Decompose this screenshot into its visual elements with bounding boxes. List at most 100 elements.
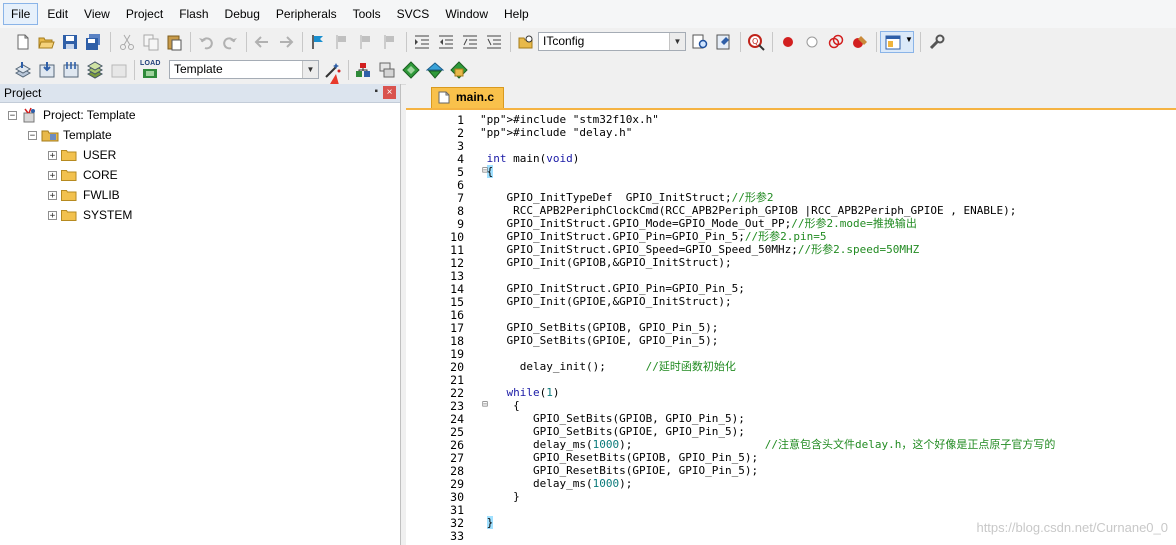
download-button[interactable]: LOAD — [140, 60, 160, 80]
nav-back-icon[interactable] — [253, 33, 271, 51]
code-line[interactable]: GPIO_ResetBits(GPIOE, GPIO_Pin_5); — [480, 464, 758, 477]
code-line[interactable]: } — [480, 490, 520, 503]
code-line[interactable]: GPIO_InitTypeDef GPIO_InitStruct;//形参2 — [480, 191, 773, 204]
tree-target[interactable]: − Template — [28, 126, 112, 144]
tree-group-fwlib[interactable]: + FWLIB — [48, 186, 120, 204]
config-combo[interactable]: ITconfig ▼ — [538, 32, 686, 51]
menu-svcs[interactable]: SVCS — [390, 4, 437, 24]
new-file-icon[interactable] — [14, 33, 32, 51]
tree-root-project[interactable]: − Project: Template — [8, 106, 136, 124]
group-label: CORE — [83, 168, 118, 182]
code-line[interactable]: delay_ms(1000); — [480, 477, 632, 490]
stop-build-icon[interactable] — [110, 61, 128, 79]
menu-file[interactable]: File — [3, 3, 39, 25]
expand-icon[interactable]: + — [48, 170, 57, 180]
menu-window[interactable]: Window — [438, 4, 495, 24]
disable-breakpoint-icon[interactable] — [803, 33, 821, 51]
collapse-icon[interactable]: − — [8, 110, 17, 120]
menu-tools[interactable]: Tools — [346, 4, 388, 24]
nav-forward-icon[interactable] — [277, 33, 295, 51]
line-number: 29 — [450, 477, 464, 491]
manage-project-items-icon[interactable] — [354, 61, 372, 79]
code-line[interactable]: delay_ms(1000); //注意包含头文件delay.h，这个好像是正点… — [480, 438, 1055, 451]
configure-tools-icon[interactable] — [928, 33, 946, 51]
redo-icon[interactable] — [221, 33, 239, 51]
select-packs-icon[interactable] — [378, 61, 396, 79]
expand-icon[interactable]: + — [48, 210, 57, 220]
collapse-icon[interactable]: − — [28, 130, 37, 140]
undo-icon[interactable] — [197, 33, 215, 51]
fold-collapse-icon[interactable]: ⊟ — [482, 399, 491, 410]
find-icon[interactable] — [691, 33, 709, 51]
menu-debug[interactable]: Debug — [218, 4, 267, 24]
code-line[interactable]: GPIO_InitStruct.GPIO_Mode=GPIO_Mode_Out_… — [480, 217, 916, 230]
disable-all-breakpoints-icon[interactable] — [827, 33, 845, 51]
tree-group-core[interactable]: + CORE — [48, 166, 118, 184]
incremental-find-icon[interactable] — [715, 33, 733, 51]
indent-icon[interactable] — [413, 33, 431, 51]
pin-icon[interactable]: ▪ — [374, 86, 378, 97]
breakpoint-icon[interactable] — [779, 33, 797, 51]
batch-build-icon[interactable] — [86, 61, 104, 79]
menu-project[interactable]: Project — [119, 4, 170, 24]
tree-group-system[interactable]: + SYSTEM — [48, 206, 132, 224]
code-line[interactable]: GPIO_InitStruct.GPIO_Pin=GPIO_Pin_5; — [480, 282, 744, 295]
clear-bookmarks-icon[interactable] — [381, 33, 399, 51]
menu-help[interactable]: Help — [497, 4, 536, 24]
code-line[interactable]: GPIO_ResetBits(GPIOB, GPIO_Pin_5); — [480, 451, 758, 464]
window-layout-button[interactable]: ▼ — [880, 31, 914, 53]
comment-icon[interactable] — [461, 33, 479, 51]
save-all-icon[interactable] — [84, 33, 102, 51]
translate-icon[interactable] — [14, 61, 32, 79]
project-panel-header: Project ▪ × — [0, 84, 400, 103]
bookmark-icon[interactable] — [309, 33, 327, 51]
close-icon[interactable]: × — [383, 86, 396, 99]
debug-session-icon[interactable]: Q — [747, 33, 765, 51]
rebuild-icon[interactable] — [62, 61, 80, 79]
code-line[interactable]: while(1) — [480, 386, 560, 399]
pack-installer-icon[interactable] — [402, 61, 420, 79]
code-area[interactable]: "pp">#include "stm32f10x.h" "pp">#include… — [480, 110, 1176, 545]
code-line[interactable]: int main(void) — [480, 152, 580, 165]
menu-edit[interactable]: Edit — [40, 4, 75, 24]
run-time-environment-icon[interactable] — [450, 61, 468, 79]
open-folder-icon[interactable] — [37, 33, 55, 51]
code-line[interactable]: "pp">#include "stm32f10x.h" — [480, 113, 659, 126]
code-line[interactable]: delay_init(); //延时函数初始化 — [480, 360, 736, 373]
uncomment-icon[interactable] — [485, 33, 503, 51]
code-line[interactable]: GPIO_SetBits(GPIOE, GPIO_Pin_5); — [480, 425, 745, 438]
target-label: Template — [63, 128, 112, 142]
expand-icon[interactable]: + — [48, 150, 57, 160]
save-icon[interactable] — [61, 33, 79, 51]
tree-group-user[interactable]: + USER — [48, 146, 116, 164]
menu-flash[interactable]: Flash — [172, 4, 215, 24]
fold-collapse-icon[interactable]: ⊟ — [482, 165, 491, 176]
code-line[interactable]: GPIO_SetBits(GPIOB, GPIO_Pin_5); — [480, 321, 718, 334]
build-icon[interactable] — [38, 61, 56, 79]
line-number: 13 — [450, 269, 464, 283]
pack-update-icon[interactable] — [426, 61, 444, 79]
tab-main-c[interactable]: main.c — [431, 87, 504, 108]
chevron-down-icon[interactable]: ▼ — [669, 33, 685, 50]
code-line[interactable]: RCC_APB2PeriphClockCmd(RCC_APB2Periph_GP… — [480, 204, 1016, 217]
code-line[interactable]: GPIO_InitStruct.GPIO_Pin=GPIO_Pin_5;//形参… — [480, 230, 826, 243]
prev-bookmark-icon[interactable] — [333, 33, 351, 51]
code-line[interactable]: GPIO_Init(GPIOE,&GPIO_InitStruct); — [480, 295, 731, 308]
find-in-files-icon[interactable] — [517, 33, 535, 51]
target-combo[interactable]: Template ▼ — [169, 60, 319, 79]
code-line[interactable]: GPIO_Init(GPIOB,&GPIO_InitStruct); — [480, 256, 731, 269]
unindent-icon[interactable] — [437, 33, 455, 51]
code-line[interactable]: GPIO_SetBits(GPIOE, GPIO_Pin_5); — [480, 334, 718, 347]
code-line[interactable]: GPIO_InitStruct.GPIO_Speed=GPIO_Speed_50… — [480, 243, 919, 256]
code-line[interactable]: GPIO_SetBits(GPIOB, GPIO_Pin_5); — [480, 412, 745, 425]
kill-breakpoints-icon[interactable] — [851, 33, 869, 51]
cut-icon[interactable] — [118, 33, 136, 51]
expand-icon[interactable]: + — [48, 190, 57, 200]
copy-icon[interactable] — [142, 33, 160, 51]
code-line[interactable]: "pp">#include "delay.h" — [480, 126, 632, 139]
menu-peripherals[interactable]: Peripherals — [269, 4, 344, 24]
menu-view[interactable]: View — [77, 4, 117, 24]
code-line[interactable]: } — [480, 516, 494, 529]
paste-icon[interactable] — [165, 33, 183, 51]
next-bookmark-icon[interactable] — [357, 33, 375, 51]
